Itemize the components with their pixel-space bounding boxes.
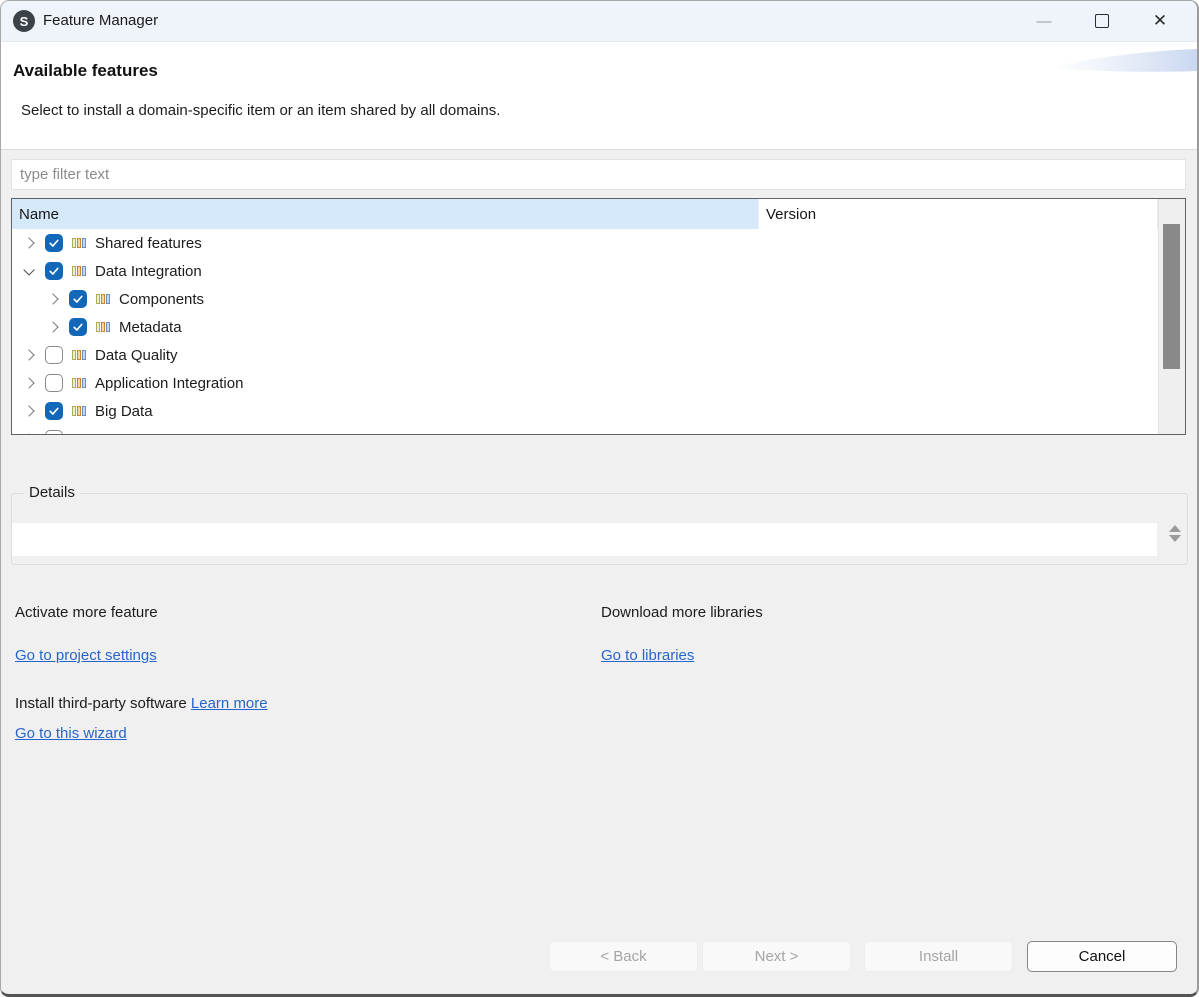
libraries-link[interactable]: Go to libraries: [601, 647, 694, 664]
tree-item-label: Data Mapper: [95, 431, 182, 435]
feature-icon: [71, 375, 87, 391]
tree-row[interactable]: Application Integration: [12, 369, 1158, 397]
column-header-version[interactable]: Version: [759, 199, 1158, 229]
checkmark-icon: [72, 321, 84, 333]
tree-header: Name Version: [12, 199, 1185, 229]
chevron-right-icon[interactable]: [47, 321, 58, 332]
wizard-link[interactable]: Go to this wizard: [15, 725, 127, 742]
checkbox[interactable]: [69, 318, 87, 336]
tree-row[interactable]: Big Data: [12, 397, 1158, 425]
feature-icon: [71, 235, 87, 251]
activate-feature-heading: Activate more feature: [15, 604, 158, 621]
feature-icon: [71, 431, 87, 434]
chevron-right-icon[interactable]: [23, 349, 34, 360]
feature-tree-rows: Shared features Data Integration Compone…: [12, 229, 1158, 434]
tree-row[interactable]: Components: [12, 285, 1158, 313]
tree-item-label: Metadata: [119, 319, 182, 336]
checkbox[interactable]: [69, 290, 87, 308]
tree-item-label: Components: [119, 291, 204, 308]
chevron-right-icon[interactable]: [23, 433, 34, 434]
details-group: Details: [11, 493, 1188, 565]
tree-item-label: Data Quality: [95, 347, 178, 364]
minimize-button[interactable]: —: [1021, 1, 1067, 41]
header-swoosh-decoration: [1047, 47, 1197, 73]
maximize-icon: [1095, 14, 1109, 28]
feature-icon: [95, 319, 111, 335]
feature-manager-window: S Feature Manager — ✕ Available features…: [0, 0, 1199, 997]
checkbox[interactable]: [45, 234, 63, 252]
filter-input[interactable]: [11, 159, 1186, 190]
scroll-down-icon[interactable]: [1169, 535, 1181, 542]
checkbox[interactable]: [45, 430, 63, 434]
checkmark-icon: [72, 293, 84, 305]
project-settings-link[interactable]: Go to project settings: [15, 647, 157, 664]
page-title: Available features: [13, 61, 158, 81]
chevron-right-icon[interactable]: [23, 405, 34, 416]
tree-item-label: Shared features: [95, 235, 202, 252]
tree-item-label: Application Integration: [95, 375, 243, 392]
close-icon: ✕: [1153, 11, 1167, 31]
tree-row[interactable]: Data Mapper: [12, 425, 1158, 434]
checkbox[interactable]: [45, 402, 63, 420]
feature-icon: [71, 347, 87, 363]
details-group-label: Details: [24, 484, 80, 501]
learn-more-link[interactable]: Learn more: [191, 695, 268, 712]
checkbox[interactable]: [45, 262, 63, 280]
chevron-right-icon[interactable]: [47, 293, 58, 304]
feature-icon: [71, 263, 87, 279]
next-button[interactable]: Next >: [702, 941, 851, 972]
third-party-text: Install third-party software: [15, 695, 191, 712]
tree-row[interactable]: Shared features: [12, 229, 1158, 257]
minimize-icon: —: [1037, 13, 1052, 30]
titlebar: S Feature Manager — ✕: [1, 1, 1197, 42]
install-button[interactable]: Install: [864, 941, 1013, 972]
checkmark-icon: [48, 265, 60, 277]
third-party-line: Install third-party software Learn more: [15, 695, 268, 712]
back-button[interactable]: < Back: [549, 941, 698, 972]
tree-scrollbar-track[interactable]: [1158, 199, 1185, 434]
details-scrollbar[interactable]: [1169, 525, 1181, 542]
column-header-name[interactable]: Name: [12, 199, 759, 229]
feature-icon: [95, 291, 111, 307]
tree-row[interactable]: Data Quality: [12, 341, 1158, 369]
checkbox[interactable]: [45, 346, 63, 364]
feature-tree: Name Version Shared features Data Integr…: [11, 198, 1186, 435]
checkmark-icon: [48, 237, 60, 249]
chevron-right-icon[interactable]: [23, 377, 34, 388]
maximize-button[interactable]: [1079, 1, 1125, 41]
window-title: Feature Manager: [43, 12, 158, 29]
checkbox[interactable]: [45, 374, 63, 392]
cancel-button[interactable]: Cancel: [1027, 941, 1177, 972]
tree-row[interactable]: Data Integration: [12, 257, 1158, 285]
page-description: Select to install a domain-specific item…: [21, 102, 500, 119]
chevron-right-icon[interactable]: [23, 237, 34, 248]
feature-icon: [71, 403, 87, 419]
app-logo-icon: S: [13, 10, 35, 32]
details-text[interactable]: [12, 523, 1157, 556]
tree-scrollbar-thumb[interactable]: [1163, 224, 1180, 369]
tree-item-label: Data Integration: [95, 263, 202, 280]
checkmark-icon: [48, 405, 60, 417]
wizard-header: Available features Select to install a d…: [1, 42, 1197, 150]
close-button[interactable]: ✕: [1137, 1, 1183, 41]
chevron-down-icon[interactable]: [23, 264, 34, 275]
tree-row[interactable]: Metadata: [12, 313, 1158, 341]
download-libraries-heading: Download more libraries: [601, 604, 763, 621]
tree-item-label: Big Data: [95, 403, 153, 420]
scroll-up-icon[interactable]: [1169, 525, 1181, 532]
